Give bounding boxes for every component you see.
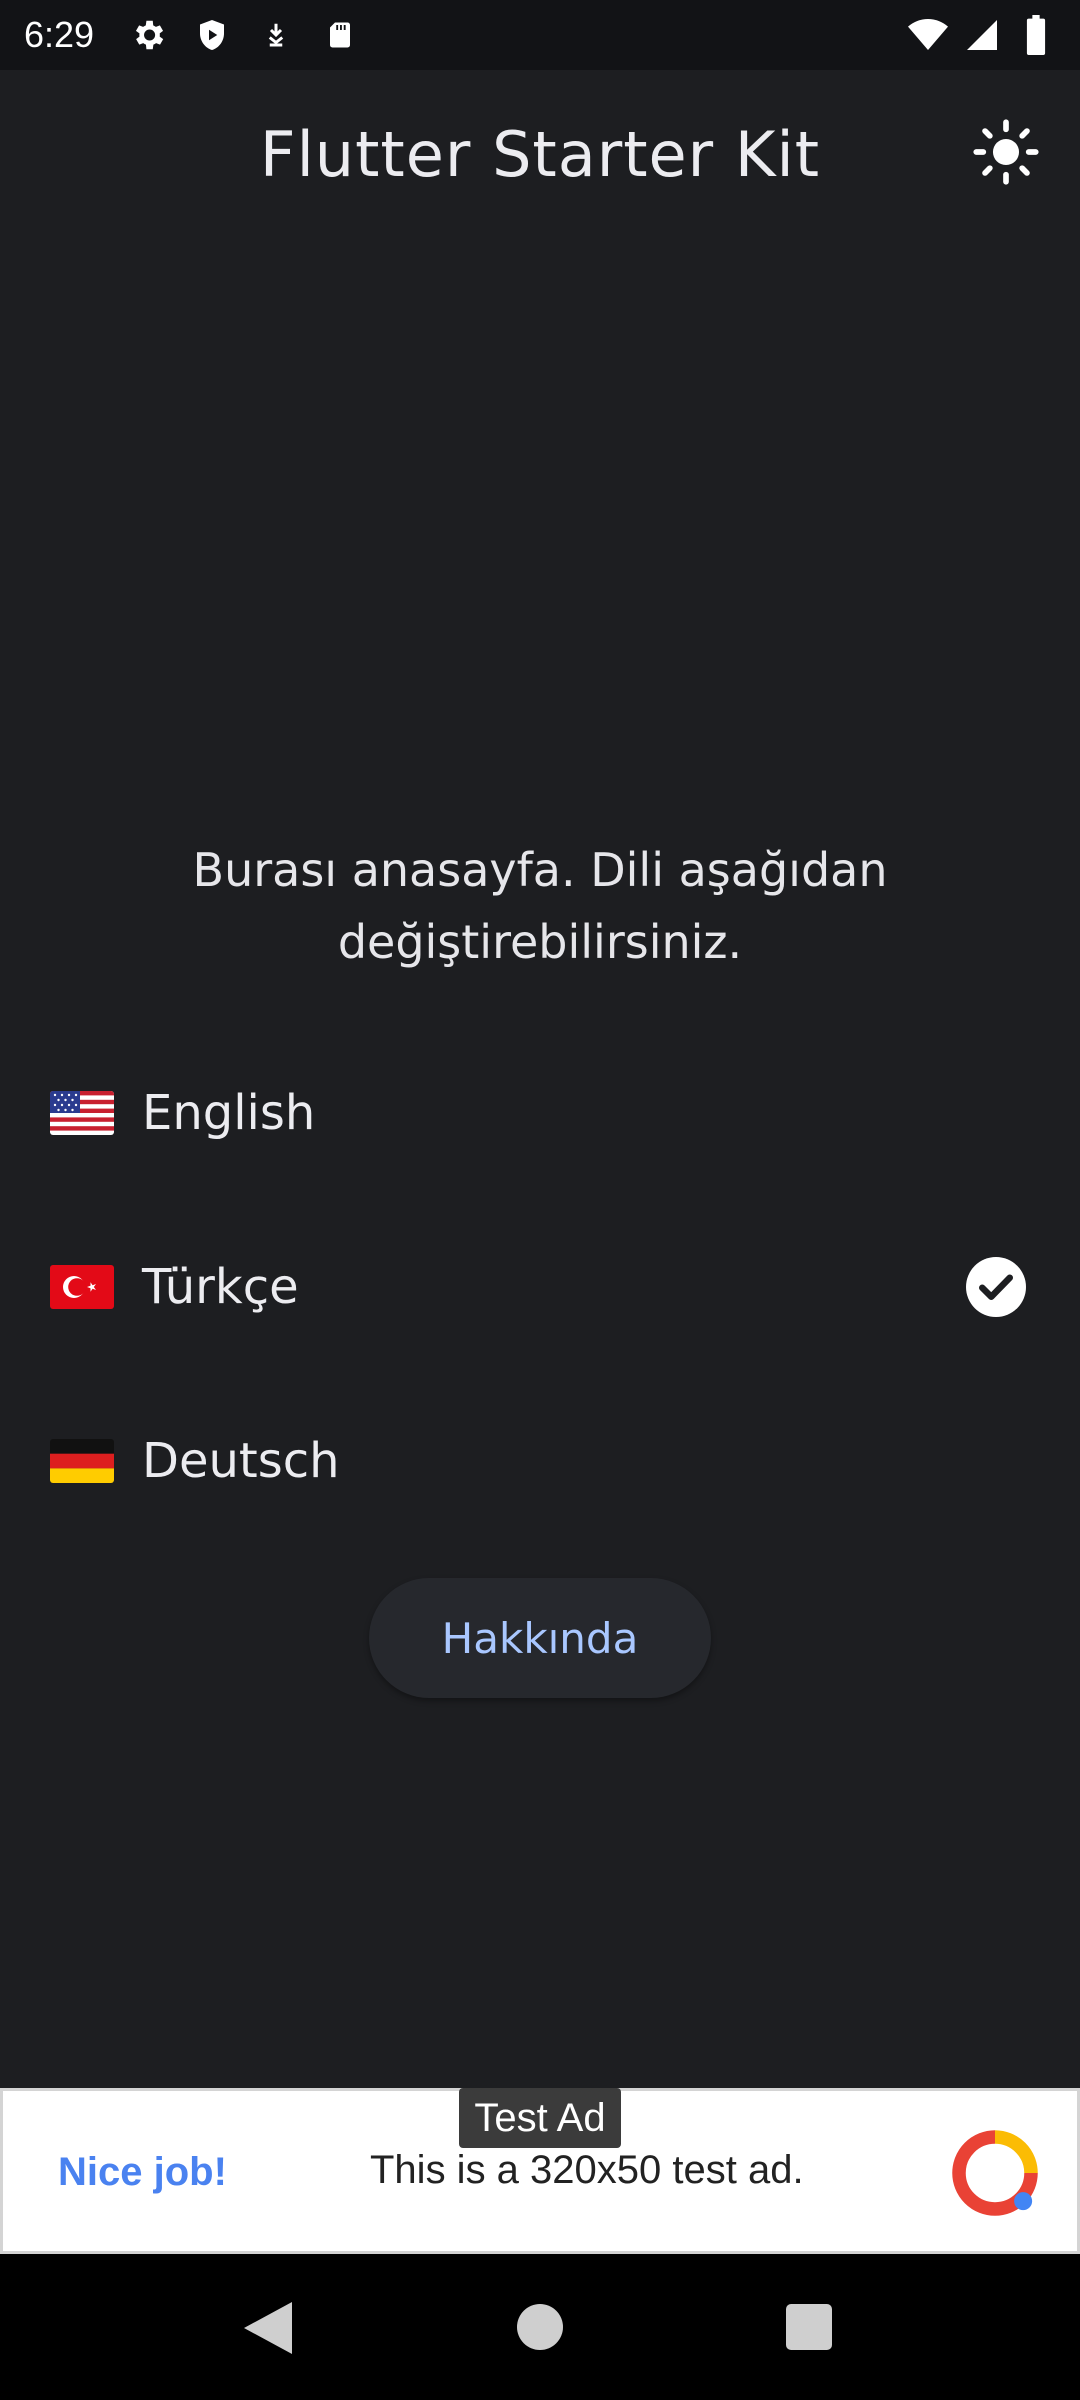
navigation-bar	[0, 2254, 1080, 2400]
status-icons-left	[128, 15, 360, 55]
battery-icon	[1016, 15, 1056, 55]
home-icon[interactable]	[517, 2304, 563, 2350]
signal-icon	[962, 15, 1002, 55]
back-icon[interactable]	[240, 2298, 296, 2358]
check-circle-icon	[966, 1257, 1026, 1317]
status-icons-right	[908, 0, 1056, 70]
sd-card-icon	[320, 15, 360, 55]
ad-tag: Test Ad	[459, 2088, 621, 2148]
about-button[interactable]: Hakkında	[369, 1578, 711, 1698]
download-icon	[256, 15, 296, 55]
wifi-icon	[908, 15, 948, 55]
language-item-turkish[interactable]: Türkçe	[0, 1200, 1080, 1374]
shield-play-icon	[192, 15, 232, 55]
flag-de-icon	[50, 1439, 114, 1483]
theme-toggle-button[interactable]	[968, 114, 1044, 190]
app-bar: Flutter Starter Kit	[0, 70, 1080, 242]
flag-us-icon	[50, 1091, 114, 1135]
language-item-german[interactable]: Deutsch	[0, 1374, 1080, 1548]
page-title: Flutter Starter Kit	[259, 118, 821, 191]
ad-body: This is a 320x50 test ad.	[370, 2148, 804, 2192]
language-label: Türkçe	[142, 1259, 299, 1315]
home-message: Burası anasayfa. Dili aşağıdan değiştire…	[192, 843, 888, 969]
status-time: 6:29	[24, 14, 95, 55]
language-list: English Türkçe Deutsch	[0, 1026, 1080, 1548]
ad-logo-icon	[952, 2130, 1038, 2216]
flag-tr-icon	[50, 1265, 114, 1309]
recents-icon[interactable]	[786, 2304, 832, 2350]
language-label: Deutsch	[142, 1433, 340, 1489]
screen: 6:29 Flutter Starter Kit Burası anasayfa…	[0, 0, 1080, 2400]
sun-icon	[973, 119, 1039, 185]
settings-icon	[128, 15, 168, 55]
status-bar: 6:29	[0, 0, 1080, 70]
ad-headline[interactable]: Nice job!	[58, 2150, 227, 2195]
language-label: English	[142, 1085, 316, 1141]
language-item-english[interactable]: English	[0, 1026, 1080, 1200]
